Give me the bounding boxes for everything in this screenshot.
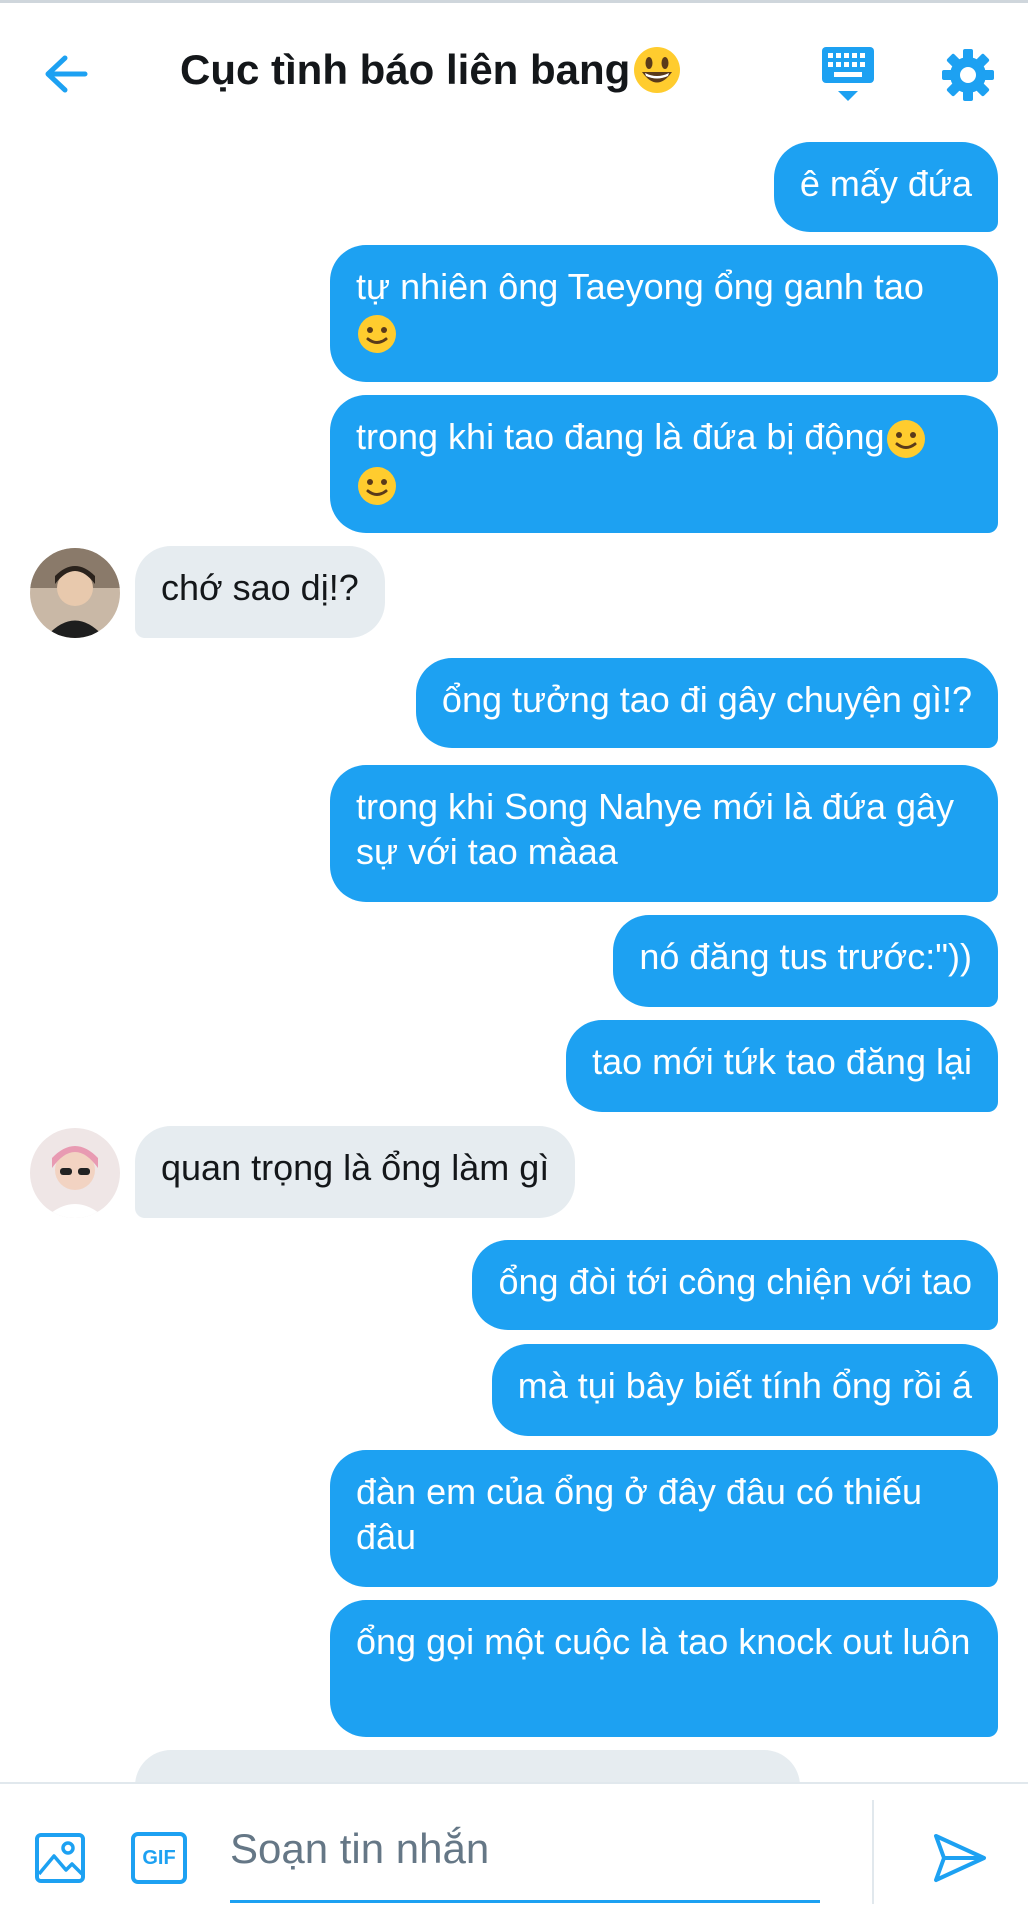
message-bubble-incoming[interactable]: chớ sao dị!? [135,546,385,638]
message-bubble-outgoing[interactable]: mà tụi bây biết tính ổng rồi á [491,1344,998,1436]
smiling-face-icon [358,315,396,354]
user-avatar-image [30,548,120,638]
message-text: ổng đòi tới công chiện với tao [498,1261,972,1302]
message-bubble-outgoing[interactable]: ê mấy đứa [773,142,998,232]
message-text: chớ sao dị!? [161,567,359,608]
message-bubble-outgoing[interactable]: ổng đòi tới công chiện với tao [472,1240,998,1330]
gif-label: GIF [142,1846,176,1869]
message-bubble-outgoing[interactable]: nó đăng tus trước:")) [613,915,998,1007]
conversation-header: Cục tình báo liên bang [0,3,1028,138]
avatar[interactable] [30,548,120,638]
message-text: ổng gọi một cuộc là tao knock out luôn [356,1621,971,1662]
compose-divider [872,1800,874,1904]
conversation-title: Cục tình báo liên bang [180,45,682,95]
message-text: tao mới tứk tao đăng lại [592,1041,972,1082]
image-icon [35,1833,85,1883]
smiling-face-icon [358,466,396,505]
compose-bar: GIF [0,1782,1028,1922]
message-text: ổng tưởng tao đi gây chuyện gì!? [441,679,972,720]
message-bubble-outgoing[interactable]: ổng gọi một cuộc là tao knock out luôn [330,1600,998,1737]
message-text: ê mấy đứa [799,163,972,204]
message-bubble-outgoing[interactable]: trong khi Song Nahye mới là đứa gây sự v… [330,765,998,902]
message-input-wrapper [230,1804,820,1903]
grinning-face-icon [634,47,681,93]
keyboard-button[interactable] [820,45,876,105]
message-bubble-outgoing[interactable]: tao mới tứk tao đăng lại [566,1020,998,1112]
user-avatar-image [30,1128,120,1218]
keyboard-icon [822,47,874,101]
back-button[interactable] [40,48,92,100]
message-bubble-incoming[interactable]: quan trọng là ổng làm gì [135,1126,576,1218]
settings-button[interactable] [940,47,996,103]
conversation-title-text: Cục tình báo liên bang [180,46,631,93]
send-icon [934,1834,986,1882]
message-bubble-outgoing[interactable]: trong khi tao đang là đứa bị động [330,395,998,533]
send-button[interactable] [930,1828,990,1888]
message-text: nó đăng tus trước:")) [639,936,972,977]
message-text: tự nhiên ông Taeyong ổng ganh tao [356,266,924,307]
message-text: mà tụi bây biết tính ổng rồi á [517,1365,972,1406]
add-photo-button[interactable] [34,1832,86,1884]
message-text: trong khi tao đang là đứa bị động [356,416,885,457]
message-bubble-outgoing[interactable]: ổng tưởng tao đi gây chuyện gì!? [415,658,998,748]
smiling-face-icon [886,420,925,459]
avatar[interactable] [30,1128,120,1218]
message-input[interactable] [230,1804,820,1894]
message-text: quan trọng là ổng làm gì [161,1147,550,1188]
arrow-left-icon [45,55,88,93]
message-bubble-outgoing[interactable]: tự nhiên ông Taeyong ổng ganh tao [330,245,998,382]
message-bubble-outgoing[interactable]: đàn em của ổng ở đây đâu có thiếu đâu [330,1450,998,1587]
gif-button[interactable]: GIF [130,1831,188,1885]
message-text: đàn em của ổng ở đây đâu có thiếu đâu [356,1471,922,1557]
gear-icon [942,49,994,101]
message-text: trong khi Song Nahye mới là đứa gây sự v… [356,786,955,872]
